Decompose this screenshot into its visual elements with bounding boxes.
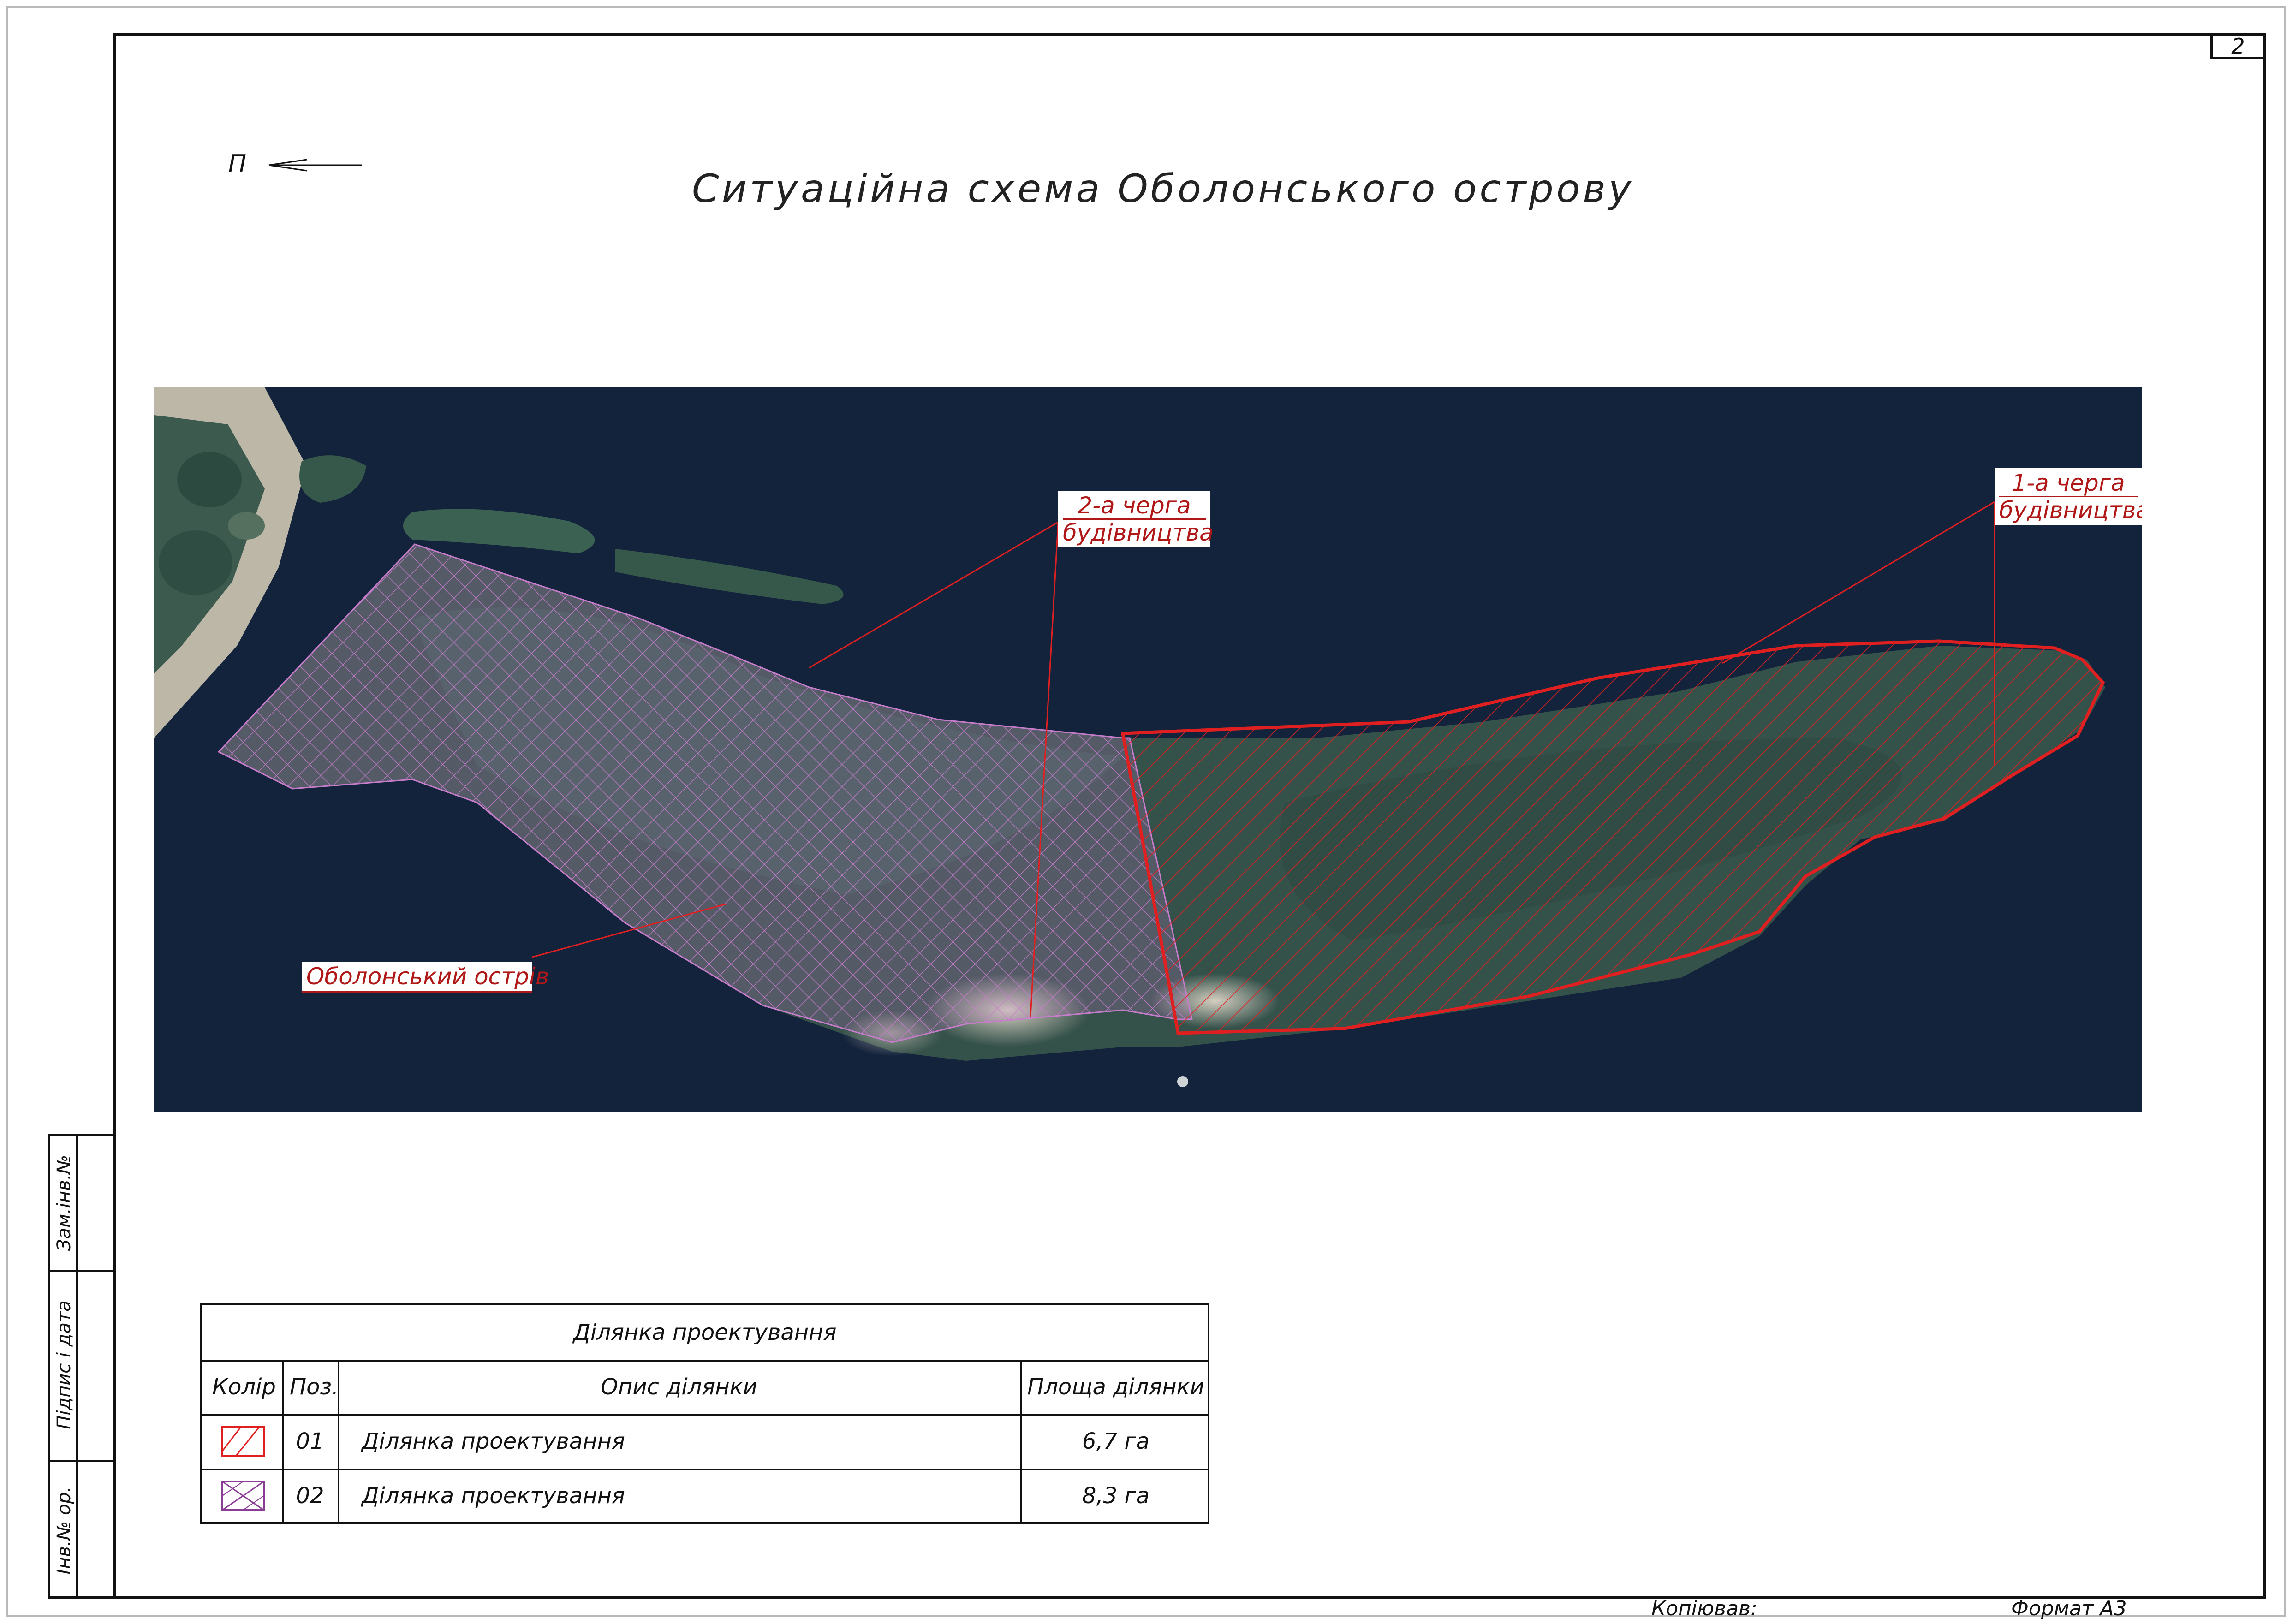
page-title: Ситуаційна схема Оболонського острову: [692, 166, 1634, 211]
stamp-separator: [50, 1460, 116, 1462]
legend-hline: [202, 1360, 1208, 1362]
legend-hline: [202, 1414, 1208, 1416]
footer-format: Формат А3: [2011, 1597, 2127, 1620]
legend-row2-area: 8,3 га: [1082, 1483, 1150, 1509]
north-letter: П: [228, 150, 247, 178]
legend-row2-pos: 02: [296, 1483, 324, 1509]
stamp-inv-orig: Інв.№ ор.: [54, 1486, 75, 1575]
stamp-separator: [50, 1270, 116, 1272]
legend-header-desc: Опис ділянки: [601, 1374, 757, 1400]
swatch-red-hatch-icon: [221, 1426, 265, 1457]
sheet-number: 2: [2210, 33, 2266, 59]
stamp-sign-date: Підпис і дата: [54, 1300, 75, 1429]
legend-hline: [202, 1469, 1208, 1470]
label-stage1: 1-а черга будівництва: [1995, 468, 2142, 525]
label-island: Оболонський острів: [302, 962, 549, 993]
stamp-replaced-inv: Зам.інв.№: [54, 1154, 75, 1251]
legend-title: Ділянка проектування: [573, 1320, 837, 1345]
legend-row1-pos: 01: [296, 1428, 324, 1454]
swatch-purple-crosshatch-icon: [221, 1481, 265, 1511]
label-stage2: 2-а черга будівництва: [1058, 491, 1214, 547]
footer-copied: Копіював:: [1651, 1597, 1757, 1620]
legend-header-color: Колір: [212, 1374, 276, 1400]
stage1-area: [1120, 639, 2105, 1035]
legend-row1-area: 6,7 га: [1082, 1428, 1150, 1454]
satellite-map: 2-а черга будівництва 1-а черга будівниц…: [154, 387, 2142, 1112]
legend-row1-desc: Ділянка проектування: [362, 1428, 625, 1454]
north-arrow-icon: [268, 159, 362, 172]
legend-header-area: Площа ділянки: [1027, 1374, 1204, 1400]
legend-row2-desc: Ділянка проектування: [362, 1483, 625, 1509]
legend-table: Ділянка проектування Колір Поз. Опис діл…: [200, 1303, 1209, 1524]
legend-header-pos: Поз.: [290, 1374, 339, 1400]
side-stamp: Зам.інв.№ Підпис і дата Інв.№ ор.: [48, 1134, 116, 1599]
